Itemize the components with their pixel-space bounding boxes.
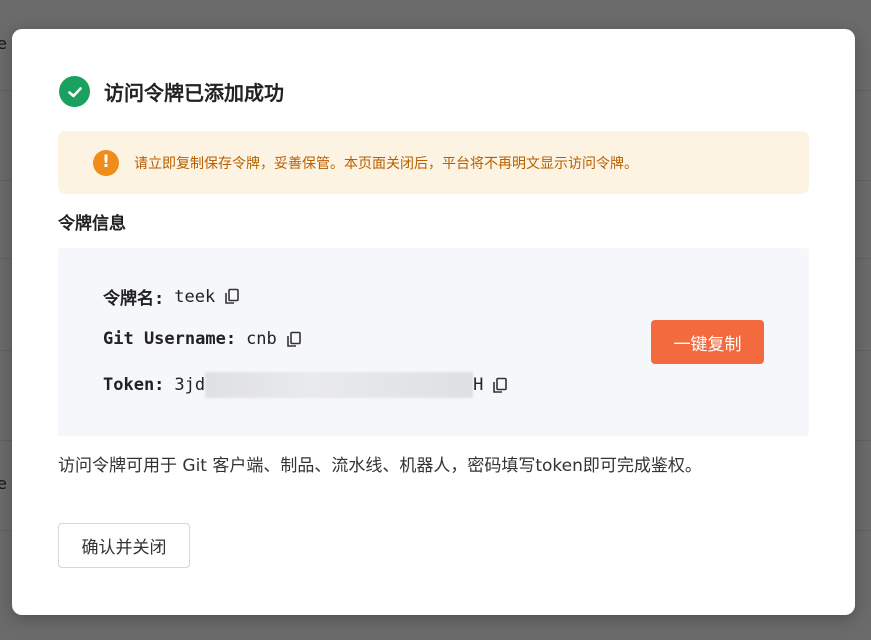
usage-description: 访问令牌可用于 Git 客户端、制品、流水线、机器人，密码填写token即可完成… <box>58 456 702 476</box>
exclamation-circle-icon: ! <box>93 149 119 176</box>
section-title: 令牌信息 <box>58 214 126 234</box>
token-name-label: 令牌名: <box>103 289 165 309</box>
copy-icon[interactable] <box>491 376 509 394</box>
copy-icon[interactable] <box>223 288 241 306</box>
token-row: Token: 3jd H <box>103 372 509 398</box>
git-username-row: Git Username: cnb <box>103 329 303 349</box>
token-name-row: 令牌名: teek <box>103 284 241 309</box>
alert-text: 请立即复制保存令牌，妥善保管。本页面关闭后，平台将不再明文显示访问令牌。 <box>134 155 638 172</box>
dialog-header: 访问令牌已添加成功 <box>59 76 284 107</box>
token-value-suffix: H <box>473 375 484 395</box>
token-value-prefix: 3jd <box>174 375 206 395</box>
copy-all-button[interactable]: 一键复制 <box>651 320 764 364</box>
warning-alert: ! 请立即复制保存令牌，妥善保管。本页面关闭后，平台将不再明文显示访问令牌。 <box>58 131 809 194</box>
check-circle-icon <box>59 76 90 107</box>
token-created-dialog: 访问令牌已添加成功 ! 请立即复制保存令牌，妥善保管。本页面关闭后，平台将不再明… <box>12 29 855 615</box>
git-username-label: Git Username: <box>103 329 237 349</box>
token-name-value: teek <box>174 286 216 307</box>
copy-icon[interactable] <box>285 330 303 348</box>
token-masked-value <box>205 372 474 398</box>
confirm-close-button[interactable]: 确认并关闭 <box>58 523 190 568</box>
git-username-value: cnb <box>246 329 277 349</box>
dialog-title: 访问令牌已添加成功 <box>104 81 284 105</box>
token-info-panel: 令牌名: teek Git Username: cnb Token: 3jd H… <box>58 248 809 436</box>
token-label: Token: <box>103 375 165 395</box>
